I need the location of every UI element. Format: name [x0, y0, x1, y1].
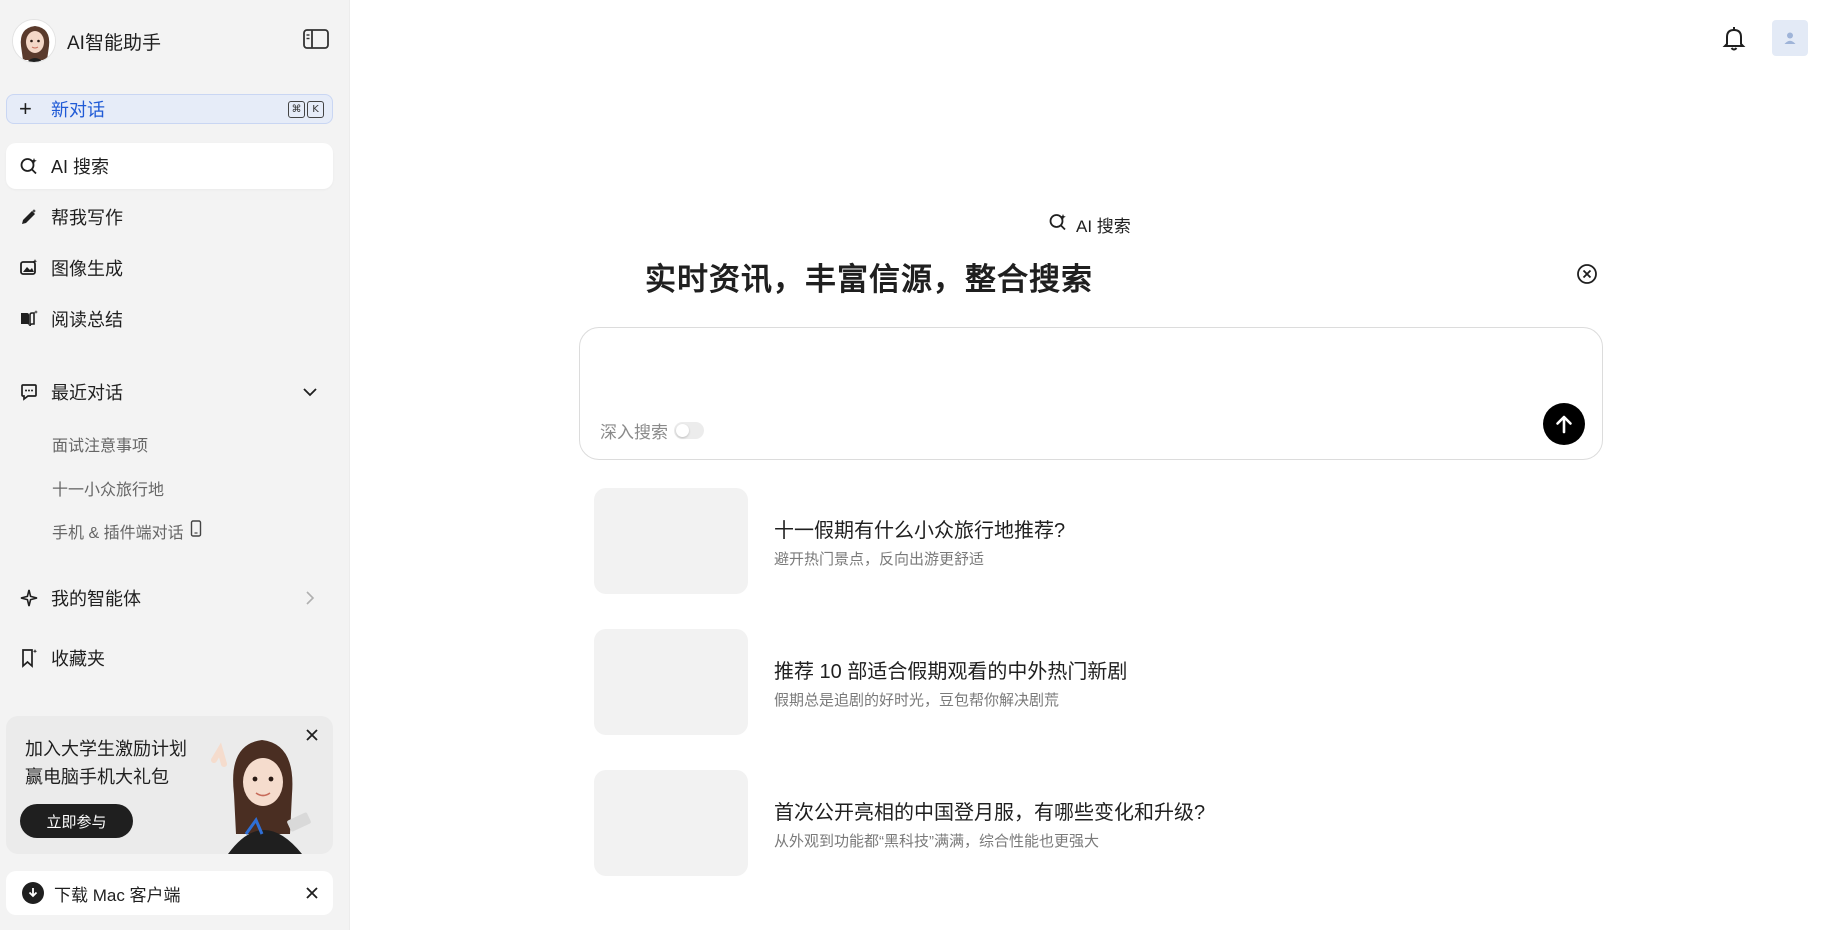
suggestion-title: 十一假期有什么小众旅行地推荐?: [774, 520, 1066, 542]
suggestion-thumbnail: [594, 488, 748, 594]
deep-search-switch[interactable]: [674, 422, 704, 439]
bookmark-icon: [19, 648, 39, 668]
nav-reading-summary[interactable]: 阅读总结: [6, 296, 333, 342]
new-chat-button[interactable]: + 新对话 ⌘ K: [6, 94, 333, 124]
ai-search-icon: [19, 156, 39, 176]
nav-image-gen[interactable]: 图像生成: [6, 245, 333, 291]
nav-label: 帮我写作: [51, 208, 123, 228]
my-agents[interactable]: 我的智能体: [6, 575, 333, 621]
nav-label: 图像生成: [51, 259, 123, 279]
suggestion-thumbnail: [594, 770, 748, 876]
nav-label: AI 搜索: [51, 157, 110, 177]
notification-bell-icon[interactable]: [1720, 24, 1748, 52]
join-now-button[interactable]: 立即参与: [20, 804, 133, 838]
recent-chats-label: 最近对话: [51, 383, 123, 403]
my-agents-label: 我的智能体: [51, 589, 141, 609]
new-chat-label: 新对话: [51, 100, 105, 120]
nav-ai-search[interactable]: AI 搜索: [6, 143, 333, 189]
promo-close-icon[interactable]: [303, 726, 321, 744]
mode-label-text: AI 搜索: [1076, 217, 1131, 236]
mode-label: AI 搜索: [1048, 212, 1131, 237]
suggestion-title: 推荐 10 部适合假期观看的中外热门新剧: [774, 661, 1128, 683]
ai-search-icon: [1048, 212, 1068, 237]
assistant-avatar: [12, 19, 56, 63]
suggestion-card[interactable]: 推荐 10 部适合假期观看的中外热门新剧 假期总是追剧的好时光，豆包帮你解决剧荒: [594, 629, 1494, 735]
message-input-box[interactable]: 深入搜索: [579, 327, 1603, 460]
recent-chat-label: 面试注意事项: [52, 438, 149, 455]
brand[interactable]: AI智能助手: [12, 18, 161, 64]
recent-chats-header[interactable]: 最近对话: [6, 369, 333, 415]
suggestion-subtitle: 假期总是追剧的好时光，豆包帮你解决剧荒: [774, 692, 1060, 709]
chat-bubble-icon: [19, 382, 39, 402]
suggestion-card[interactable]: 十一假期有什么小众旅行地推荐? 避开热门景点，反向出游更舒适: [594, 488, 1494, 594]
pen-icon: [19, 207, 39, 227]
sidebar: AI智能助手 + 新对话 ⌘ K AI 搜索 帮我写作 图像生成 阅读总结 最近…: [0, 0, 350, 930]
page-headline: 实时资讯，丰富信源，整合搜索: [645, 262, 1093, 297]
shortcut-hint: ⌘ K: [288, 101, 324, 118]
nav-label: 阅读总结: [51, 310, 123, 330]
exit-mode-icon[interactable]: [1576, 263, 1598, 285]
book-icon: [19, 309, 39, 329]
chevron-right-icon: [301, 589, 319, 612]
promo-line-1: 加入大学生激励计划: [25, 739, 187, 759]
nav-writing[interactable]: 帮我写作: [6, 194, 333, 240]
recent-chat-item[interactable]: 面试注意事项: [52, 432, 148, 456]
promo-card: 加入大学生激励计划 赢电脑手机大礼包 立即参与: [6, 716, 333, 854]
user-avatar[interactable]: [1772, 20, 1808, 56]
download-label: 下载 Mac 客户端: [54, 885, 181, 905]
sidebar-toggle-icon[interactable]: [302, 28, 330, 50]
download-icon: [22, 882, 44, 904]
recent-chat-item[interactable]: 手机 & 插件端对话: [52, 519, 202, 543]
sparkle-icon: [19, 588, 39, 608]
deep-search-toggle[interactable]: 深入搜索: [600, 418, 704, 443]
download-close-icon[interactable]: [305, 885, 319, 905]
suggestion-subtitle: 避开热门景点，反向出游更舒适: [774, 551, 985, 568]
command-key: ⌘: [288, 101, 305, 118]
favorites[interactable]: 收藏夹: [6, 635, 333, 681]
send-button[interactable]: [1543, 403, 1585, 445]
recent-chat-label: 十一小众旅行地: [52, 482, 165, 499]
suggestion-title: 首次公开亮相的中国登月服，有哪些变化和升级?: [774, 802, 1206, 824]
suggestion-subtitle: 从外观到功能都“黑科技”满满，综合性能也更强大: [774, 833, 1099, 850]
brand-name: AI智能助手: [67, 32, 161, 54]
suggestion-thumbnail: [594, 629, 748, 735]
promo-line-2: 赢电脑手机大礼包: [25, 767, 169, 787]
phone-icon: [190, 520, 202, 542]
recent-chat-label: 手机 & 插件端对话: [52, 525, 184, 542]
deep-search-label: 深入搜索: [600, 423, 668, 442]
recent-chat-item[interactable]: 十一小众旅行地: [52, 476, 164, 500]
k-key: K: [307, 101, 324, 118]
download-mac-client[interactable]: 下载 Mac 客户端: [6, 871, 333, 915]
image-icon: [19, 258, 39, 278]
suggestion-card[interactable]: 首次公开亮相的中国登月服，有哪些变化和升级? 从外观到功能都“黑科技”满满，综合…: [594, 770, 1494, 876]
chevron-down-icon[interactable]: [301, 383, 319, 406]
favorites-label: 收藏夹: [51, 649, 105, 669]
plus-icon: +: [19, 96, 32, 121]
